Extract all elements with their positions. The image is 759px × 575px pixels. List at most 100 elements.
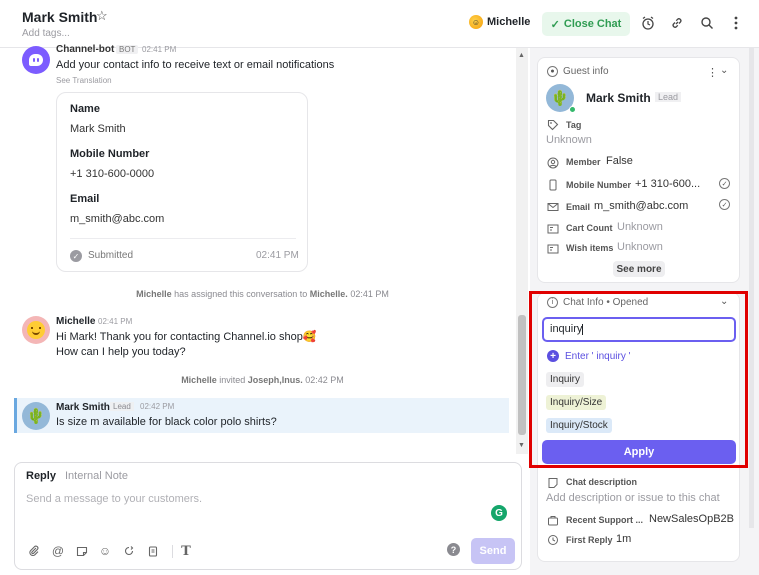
toolbar-divider [172,545,173,558]
online-indicator [569,106,576,113]
system-message-assign: Michelle has assigned this conversation … [10,289,515,299]
panel-scrollbar[interactable] [749,48,754,528]
form-field-label: Email [70,193,100,205]
smiley-icon [27,321,45,339]
profile-key: Cart Count [566,223,613,233]
guest-info-header[interactable]: ● Guest info [547,66,609,77]
tag-value[interactable]: Unknown [546,134,592,146]
check-icon: ✓ [550,18,560,31]
phone-icon [546,178,559,191]
attachment-icon[interactable] [27,544,41,558]
page-title: Mark Smith [22,9,98,25]
recent-support-label: Recent Support ... [566,515,644,525]
see-translation-link[interactable]: See Translation [56,76,112,85]
grammarly-icon[interactable]: G [491,505,507,521]
form-field-value: m_smith@abc.com [70,213,165,225]
lead-badge: Lead [110,402,134,411]
support-icon [546,514,559,527]
agent-message-line: Hi Mark! Thank you for contacting Channe… [56,331,317,343]
contact-form-card: Name Mark Smith Mobile Number +1 310-600… [56,92,308,272]
agent-avatar [22,316,50,344]
profile-key: Wish items [566,243,614,253]
chat-description-label: Chat description [566,477,638,487]
description-icon [546,476,559,489]
profile-value[interactable]: Unknown [617,221,663,233]
close-chat-label: Close Chat [563,18,622,30]
see-more-button[interactable]: See more [613,261,665,277]
chat-scrollbar-thumb[interactable] [518,315,526,435]
lead-badge: Lead [655,92,682,102]
chat-description-input[interactable]: Add description or issue to this chat [546,492,720,504]
system-time: 02:41 PM [350,289,389,299]
form-status: Submitted [88,250,134,261]
link-icon[interactable] [668,14,686,32]
system-target: Joseph,Inus. [247,375,303,385]
verified-check-icon: ✓ [719,178,730,189]
tab-reply[interactable]: Reply [26,470,56,482]
more-options-icon[interactable] [727,14,745,32]
profile-value[interactable]: False [606,155,633,167]
profile-key: Email [566,202,591,212]
bot-name: Channel-bot [56,44,115,55]
profile-key: Member [566,157,601,167]
system-target: Michelle. [309,289,348,299]
check-circle-icon: ✓ [70,250,82,262]
profile-key: Mobile Number [566,180,632,190]
agent-name: Michelle [56,316,96,327]
guest-name: Mark Smith [56,402,110,413]
guest-name: Mark Smith [586,91,651,105]
form-field-value: +1 310-600-0000 [70,168,155,180]
scroll-up-arrow-icon[interactable]: ▲ [518,52,525,59]
user-icon [546,156,559,169]
scroll-down-arrow-icon[interactable]: ▼ [518,442,525,449]
system-text: invited [219,375,246,385]
profile-value[interactable]: Unknown [617,241,663,253]
assignee-avatar: ☺ [469,15,483,29]
help-icon[interactable]: ? [447,543,460,556]
chevron-down-icon[interactable]: ⌄ [720,65,728,76]
clipboard-icon[interactable] [146,544,160,558]
system-message-invite: Michelle invited Joseph,Inus. 02:42 PM [10,375,515,385]
assignee-button[interactable]: ☺ Michelle [469,15,530,29]
star-icon[interactable]: ☆ [96,8,108,24]
form-field-label: Mobile Number [70,148,150,160]
add-tags-link[interactable]: Add tags... [22,28,70,39]
guest-info-title: Guest info [563,66,609,77]
bot-message-time: 02:41 PM [142,45,177,54]
first-reply-icon [546,533,559,546]
message-input[interactable]: Send a message to your customers. [26,493,202,505]
recent-support-value: NewSalesOpB2B [649,513,734,525]
highlight-box [529,291,748,468]
saved-reply-icon[interactable] [75,544,89,558]
snooze-icon[interactable] [639,14,657,32]
bot-avatar [22,46,50,74]
verified-check-icon: ✓ [719,199,730,210]
profile-value[interactable]: m_smith@abc.com [594,200,688,212]
more-options-icon[interactable]: ⋮ [707,66,718,79]
system-time: 02:42 PM [305,375,344,385]
form-time: 02:41 PM [256,250,299,261]
workflow-icon[interactable] [122,544,136,558]
bot-badge: BOT [116,45,139,54]
tag-label: Tag [566,120,582,130]
divider [70,238,296,239]
form-field-value: Mark Smith [70,123,126,135]
mention-icon[interactable]: @ [51,544,65,558]
first-reply-label: First Reply [566,535,613,545]
assignee-name: Michelle [487,16,531,28]
system-actor: Michelle [136,289,172,299]
send-button[interactable]: Send [471,538,515,564]
guest-avatar: 🌵 [22,402,50,430]
emoji-icon[interactable]: ☺ [98,544,112,558]
search-icon[interactable] [698,14,716,32]
chat-bubble-icon [29,54,43,66]
tag-icon [546,118,559,131]
tab-internal-note[interactable]: Internal Note [65,470,128,482]
close-chat-button[interactable]: ✓ Close Chat [542,12,630,36]
email-icon [546,200,559,213]
form-field-label: Name [70,103,100,115]
agent-message-line: How can I help you today? [56,346,186,358]
text-format-icon[interactable]: T [179,544,193,559]
system-text: has assigned this conversation to [174,289,308,299]
profile-value[interactable]: +1 310-600... [635,178,700,190]
